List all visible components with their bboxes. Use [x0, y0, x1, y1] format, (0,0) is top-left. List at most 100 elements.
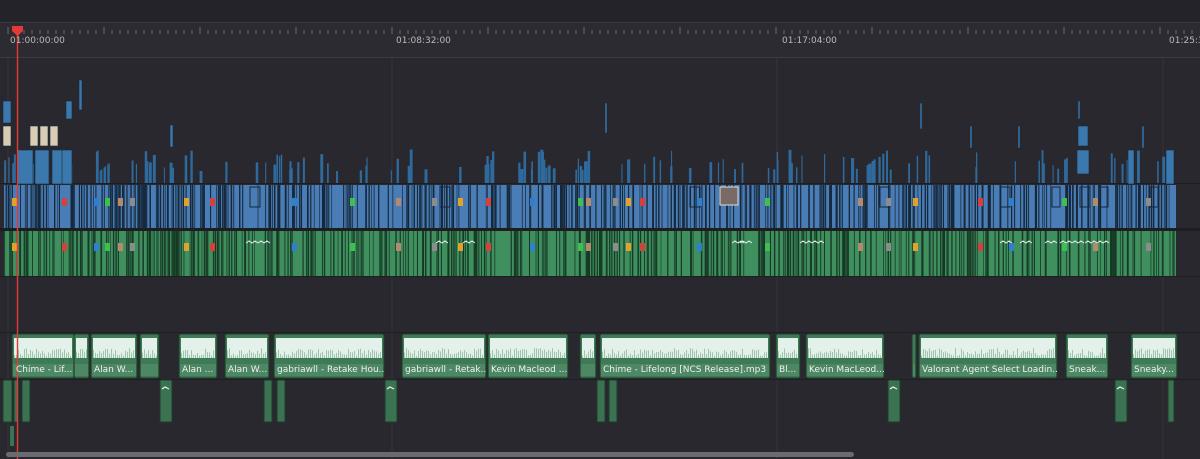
sfx-clip[interactable] [384, 379, 398, 423]
video-clip-upper[interactable] [531, 161, 533, 183]
video-clip-upper[interactable] [790, 163, 793, 183]
video-clip-upper[interactable] [148, 162, 152, 183]
video-clip-upper[interactable] [291, 168, 293, 183]
video-clip-upper[interactable] [2, 100, 12, 124]
audio-track-a1[interactable] [4, 231, 1176, 276]
video-clip-upper[interactable] [8, 157, 10, 183]
video-clip-upper[interactable] [621, 164, 623, 183]
video-clip-upper[interactable] [320, 154, 324, 183]
video-clip-upper[interactable] [552, 168, 556, 183]
video-clip-upper[interactable] [1041, 150, 1044, 183]
video-clip-upper[interactable] [279, 156, 281, 183]
video-clip-upper[interactable] [801, 155, 803, 183]
video-clip-upper[interactable] [855, 168, 858, 183]
video-clip-upper[interactable] [100, 169, 103, 183]
video-clip-upper[interactable] [199, 170, 203, 183]
video-clip-upper[interactable] [1077, 100, 1081, 120]
video-clip-upper[interactable] [144, 151, 148, 183]
music-clip[interactable] [73, 333, 90, 379]
video-clip-upper[interactable] [302, 157, 305, 183]
video-clip-upper[interactable] [1165, 149, 1175, 185]
video-clip-upper[interactable] [225, 161, 228, 183]
video-clip-upper[interactable] [795, 167, 798, 183]
video-clip-upper[interactable] [842, 156, 845, 183]
video-clip-upper[interactable] [767, 168, 770, 183]
horizontal-scrollbar[interactable] [6, 452, 854, 457]
video-clip-upper[interactable] [1038, 160, 1040, 183]
sfx-clip[interactable] [608, 379, 618, 423]
video-clip-upper[interactable] [852, 163, 854, 183]
video-clip-upper[interactable] [49, 125, 59, 147]
video-clip-upper[interactable] [519, 169, 523, 183]
video-clip-upper[interactable] [773, 169, 776, 183]
video-clip-upper[interactable] [585, 161, 588, 183]
video-clip-upper[interactable] [575, 169, 578, 183]
video-clip-upper[interactable] [1136, 150, 1140, 183]
video-clip-upper[interactable] [823, 154, 826, 183]
timeline-canvas[interactable] [0, 0, 1200, 459]
video-clip-upper[interactable] [184, 155, 188, 183]
video-clip-upper[interactable] [882, 153, 885, 183]
video-clip-upper[interactable] [889, 169, 892, 183]
video-track-v1[interactable] [2, 79, 1176, 228]
video-clip-upper[interactable] [34, 149, 50, 185]
video-clip-upper[interactable] [172, 167, 175, 183]
video-clip-upper[interactable] [975, 167, 978, 183]
video-clip-upper[interactable] [366, 157, 368, 183]
video-clip-upper[interactable] [1110, 153, 1113, 183]
video-clip-upper[interactable] [108, 163, 110, 183]
video-clip-upper[interactable] [13, 154, 16, 183]
video-clip-upper[interactable] [16, 149, 34, 185]
timecode-ruler[interactable] [0, 23, 1200, 57]
video-clip-upper[interactable] [273, 164, 277, 183]
video-clip-upper[interactable] [169, 124, 174, 148]
video-clip-upper[interactable] [276, 154, 279, 183]
video-clip-upper[interactable] [547, 165, 551, 183]
video-clip-upper[interactable] [1127, 149, 1135, 185]
sfx-clip[interactable] [1167, 379, 1175, 423]
video-clip-upper[interactable] [492, 151, 495, 183]
sfx-clip[interactable] [21, 379, 31, 423]
video-clip-upper[interactable] [190, 150, 193, 183]
video-clip-upper[interactable] [1064, 159, 1067, 183]
video-clip-upper[interactable] [289, 169, 291, 183]
video-clip-upper[interactable] [359, 170, 363, 183]
video-clip-upper[interactable] [709, 162, 713, 183]
video-clip-upper[interactable] [734, 169, 736, 183]
video-clip-upper[interactable] [97, 150, 99, 183]
video-clip-upper[interactable] [878, 156, 881, 183]
video-clip-upper[interactable] [78, 79, 83, 111]
audio-track-sfx[interactable] [2, 379, 1175, 446]
video-clip-upper[interactable] [659, 160, 662, 183]
video-clip-upper[interactable] [523, 151, 527, 183]
video-clip-upper[interactable] [255, 162, 259, 183]
video-clip-upper[interactable] [868, 163, 872, 183]
music-clip[interactable] [139, 333, 160, 379]
video-clip-upper[interactable] [396, 158, 399, 183]
video-clip-upper[interactable] [1121, 163, 1124, 183]
video-clip-upper[interactable] [577, 158, 580, 183]
video-clip-upper[interactable] [131, 160, 134, 183]
sfx-clip[interactable] [2, 379, 13, 423]
video-clip-upper[interactable] [459, 166, 462, 183]
video-clip-upper[interactable] [39, 125, 49, 147]
video-clip-upper[interactable] [4, 160, 7, 183]
video-clip-upper[interactable] [1141, 125, 1145, 149]
video-clip-upper[interactable] [1052, 165, 1054, 183]
music-clip[interactable] [579, 333, 597, 379]
video-clip-upper[interactable] [65, 100, 73, 120]
video-clip-upper[interactable] [1057, 168, 1060, 183]
video-clip-upper[interactable] [265, 162, 267, 183]
video-clip-upper[interactable] [537, 151, 541, 183]
video-clip-upper[interactable] [1114, 157, 1116, 183]
video-clip-upper[interactable] [1076, 149, 1090, 175]
sfx-clip[interactable] [10, 426, 14, 446]
video-clip-upper[interactable] [152, 154, 156, 183]
video-clip-upper[interactable] [297, 162, 300, 183]
video-clip-upper[interactable] [542, 151, 544, 183]
video-clip-upper[interactable] [581, 169, 584, 183]
video-clip-upper[interactable] [969, 125, 973, 149]
video-clip-upper[interactable] [29, 125, 39, 147]
video-clip-upper[interactable] [424, 169, 428, 183]
video-clip-upper[interactable] [135, 163, 138, 183]
